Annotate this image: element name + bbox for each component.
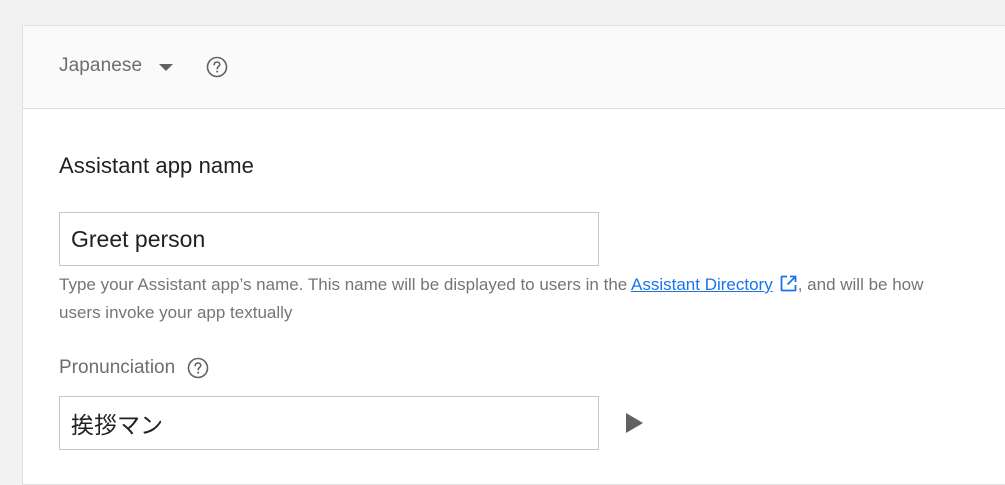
pronunciation-label-row: Pronunciation	[59, 357, 209, 379]
app-name-input[interactable]	[59, 212, 599, 266]
pronunciation-input[interactable]	[59, 396, 599, 450]
card-header: Japanese	[23, 26, 1005, 109]
assistant-directory-link[interactable]: Assistant Directory	[631, 275, 773, 294]
language-dropdown[interactable]: Japanese	[59, 55, 174, 77]
help-circle-icon[interactable]	[187, 357, 209, 379]
helper-text-before: Type your Assistant app’s name. This nam…	[59, 275, 632, 294]
settings-card: Japanese Assistant app name Type your As…	[22, 25, 1005, 485]
play-pronunciation-button[interactable]	[623, 411, 645, 435]
language-selected-label: Japanese	[59, 55, 143, 76]
play-icon	[625, 413, 643, 433]
app-name-helper-text: Type your Assistant app’s name. This nam…	[59, 272, 929, 325]
open-in-new-icon[interactable]	[779, 274, 798, 300]
pronunciation-label: Pronunciation	[59, 357, 176, 378]
app-name-title: Assistant app name	[59, 153, 255, 178]
caret-down-icon	[159, 63, 174, 71]
help-circle-icon[interactable]	[206, 56, 228, 78]
